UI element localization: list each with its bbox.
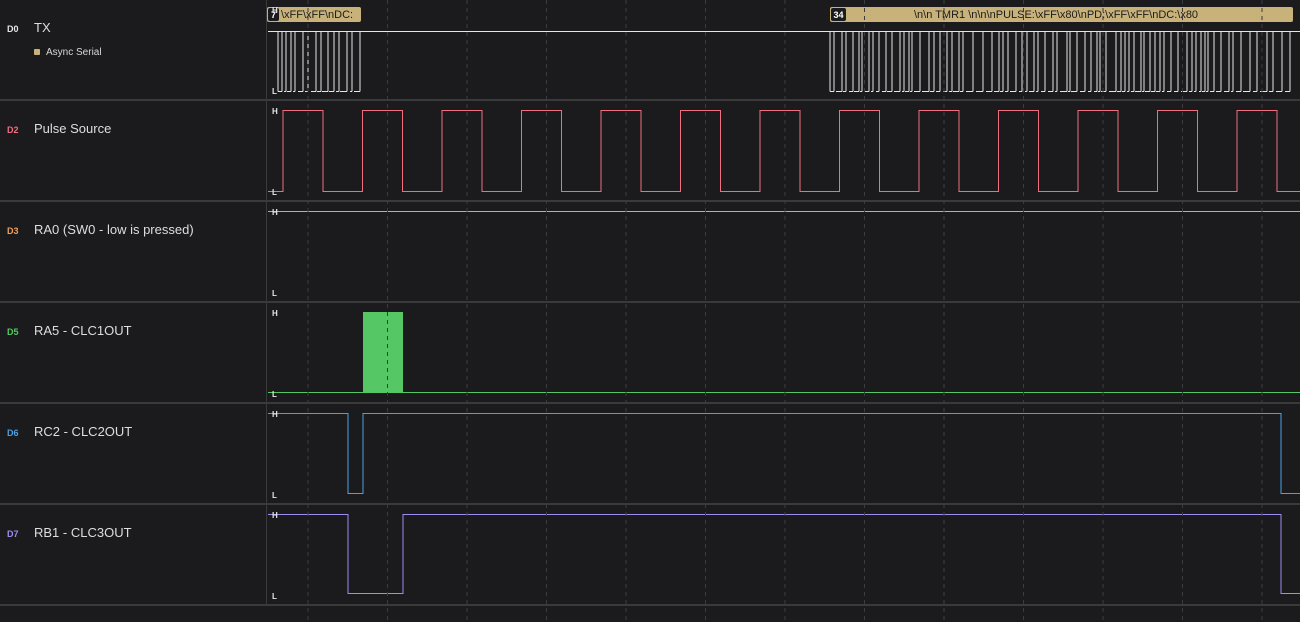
channel-row-ra0[interactable]: D3 RA0 (SW0 - low is pressed) H L	[0, 202, 1300, 303]
bubble-index: 34	[833, 10, 843, 20]
analyzer-color-dot	[34, 49, 40, 56]
low-level-marker: L	[272, 188, 277, 197]
high-level-marker: H	[272, 6, 278, 15]
trace-area[interactable]: H L	[267, 202, 1300, 301]
trace-area[interactable]: H L	[267, 505, 1300, 604]
analyzer-name: Async Serial	[46, 47, 102, 58]
channel-name[interactable]: RB1 - CLC3OUT	[34, 525, 132, 540]
tx-bit-transitions	[268, 31, 1300, 92]
channel-name[interactable]: TX	[34, 20, 51, 35]
trace-area[interactable]: H L	[267, 101, 1300, 200]
high-level-marker: H	[272, 107, 278, 116]
channel-row-rb1[interactable]: D7 RB1 - CLC3OUT H L	[0, 505, 1300, 606]
tx-waveform: 7 \xFF\xFF\nDC: 34 \n\n TMR1 \n\n\nPULSE…	[267, 7, 1300, 92]
high-level-marker: H	[272, 309, 278, 318]
bubble-text: \xFF\xFF\nDC:	[281, 9, 353, 21]
trace-area[interactable]: H L	[267, 404, 1300, 503]
trace-area[interactable]: H L	[267, 303, 1300, 402]
channel-name[interactable]: RC2 - CLC2OUT	[34, 424, 132, 439]
analyzer-tag[interactable]: Async Serial	[34, 47, 102, 58]
channel-label-area[interactable]: D6 RC2 - CLC2OUT	[0, 404, 267, 503]
channel-name[interactable]: RA0 (SW0 - low is pressed)	[34, 222, 194, 237]
high-level-marker: H	[272, 410, 278, 419]
high-pulse-block	[363, 312, 403, 393]
pulse-waveform	[268, 110, 1300, 192]
rb1-waveform	[268, 514, 1300, 594]
channel-number: D0	[7, 24, 19, 34]
bubble-34[interactable]: 34 \n\n TMR1 \n\n\nPULSE:\xFF\x80\nPD:\x…	[830, 7, 1293, 22]
channel-row-ra5[interactable]: D5 RA5 - CLC1OUT H L	[0, 303, 1300, 404]
channel-row-rc2[interactable]: D6 RC2 - CLC2OUT H L	[0, 404, 1300, 505]
bubble-text: \n\n TMR1 \n\n\nPULSE:\xFF\x80\nPD:\xFF\…	[914, 9, 1198, 21]
channel-label-area[interactable]: D5 RA5 - CLC1OUT	[0, 303, 267, 402]
channel-number: D7	[7, 529, 19, 539]
high-level-marker: H	[272, 208, 278, 217]
high-level-marker: H	[272, 511, 278, 520]
channel-row-pulse-source[interactable]: D2 Pulse Source H L	[0, 101, 1300, 202]
channel-row-tx[interactable]: D0 TX Async Serial 7 \xFF\xFF\nDC: 34 \n…	[0, 0, 1300, 101]
channel-number: D5	[7, 327, 19, 337]
trace-area[interactable]: 7 \xFF\xFF\nDC: 34 \n\n TMR1 \n\n\nPULSE…	[267, 0, 1300, 99]
low-level-marker: L	[272, 390, 277, 399]
channel-list: D0 TX Async Serial 7 \xFF\xFF\nDC: 34 \n…	[0, 0, 1300, 622]
channel-number: D6	[7, 428, 19, 438]
channel-number: D3	[7, 226, 19, 236]
low-level-marker: L	[272, 289, 277, 298]
ra0-waveform	[268, 211, 1300, 212]
channel-label-area[interactable]: D0 TX Async Serial	[0, 0, 267, 99]
channel-name[interactable]: RA5 - CLC1OUT	[34, 323, 132, 338]
low-level-marker: L	[272, 491, 277, 500]
channel-label-area[interactable]: D2 Pulse Source	[0, 101, 267, 200]
channel-label-area[interactable]: D3 RA0 (SW0 - low is pressed)	[0, 202, 267, 301]
low-level-marker: L	[272, 87, 277, 96]
channel-name[interactable]: Pulse Source	[34, 121, 111, 136]
channel-number: D2	[7, 125, 19, 135]
rc2-waveform	[268, 413, 1300, 494]
ra5-waveform	[268, 312, 1300, 393]
bubble-7[interactable]: 7 \xFF\xFF\nDC:	[267, 7, 361, 22]
channel-label-area[interactable]: D7 RB1 - CLC3OUT	[0, 505, 267, 604]
low-level-marker: L	[272, 592, 277, 601]
